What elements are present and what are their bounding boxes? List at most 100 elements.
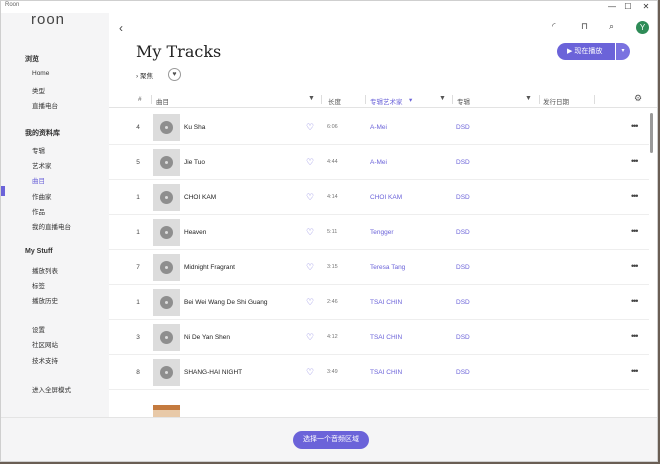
table-row[interactable]: 3 Ni De Yan Shen ♡ 4:12 TSAI CHIN DSD ••… bbox=[109, 320, 649, 355]
section-title-library: 我的资料库 bbox=[25, 130, 60, 137]
more-options-icon[interactable]: ••• bbox=[631, 156, 639, 166]
sidebar-item-artists[interactable]: 艺术家 bbox=[32, 160, 52, 170]
favorite-filter-icon[interactable]: ♥ bbox=[168, 68, 181, 81]
artist-link[interactable]: A-Mei bbox=[370, 124, 387, 131]
album-art[interactable] bbox=[153, 149, 180, 176]
col-divider bbox=[594, 95, 595, 104]
table-row[interactable]: 4 Ku Sha ♡ 6:06 A-Mei DSD ••• bbox=[109, 110, 649, 145]
sidebar-item-settings[interactable]: 设置 bbox=[32, 324, 45, 334]
heart-icon[interactable]: ♡ bbox=[306, 157, 314, 168]
table-row[interactable]: 1 Heaven ♡ 5:11 Tengger DSD ••• bbox=[109, 215, 649, 250]
col-number[interactable]: # bbox=[138, 96, 142, 103]
now-playing-button[interactable]: ▶ 现在播放 bbox=[557, 43, 615, 60]
artist-link[interactable]: TSAI CHIN bbox=[370, 369, 402, 376]
more-options-icon[interactable]: ••• bbox=[631, 226, 639, 236]
close-button[interactable]: ✕ bbox=[639, 1, 653, 13]
select-zone-button[interactable]: 选择一个音频区域 bbox=[293, 431, 369, 449]
sidebar-item-composers[interactable]: 作曲家 bbox=[32, 191, 52, 201]
table-row[interactable]: 1 Bei Wei Wang De Shi Guang ♡ 2:46 TSAI … bbox=[109, 285, 649, 320]
album-art-partial[interactable] bbox=[153, 405, 180, 417]
sidebar-item-history[interactable]: 播放历史 bbox=[32, 295, 58, 305]
heart-icon[interactable]: ♡ bbox=[306, 332, 314, 343]
artist-link[interactable]: Teresa Tang bbox=[370, 264, 405, 271]
heart-icon[interactable]: ♡ bbox=[306, 297, 314, 308]
play-dropdown-button[interactable]: ▾ bbox=[616, 43, 630, 60]
col-track[interactable]: 曲目 bbox=[156, 96, 169, 106]
col-release-date[interactable]: 发行日期 bbox=[543, 96, 569, 106]
artist-link[interactable]: TSAI CHIN bbox=[370, 334, 402, 341]
more-options-icon[interactable]: ••• bbox=[631, 261, 639, 271]
track-length: 4:44 bbox=[327, 159, 338, 165]
sidebar-item-community[interactable]: 社区网站 bbox=[32, 339, 58, 349]
search-icon[interactable]: ⌕ bbox=[609, 21, 614, 32]
track-name[interactable]: Ku Sha bbox=[184, 124, 205, 131]
col-album-artist[interactable]: 专辑艺术家 bbox=[370, 96, 403, 106]
col-length[interactable]: 长度 bbox=[328, 96, 341, 106]
album-link[interactable]: DSD bbox=[456, 194, 470, 201]
heart-icon[interactable]: ♡ bbox=[306, 227, 314, 238]
table-row[interactable]: 1 CHOI KAM ♡ 4:14 CHOI KAM DSD ••• bbox=[109, 180, 649, 215]
track-name[interactable]: Heaven bbox=[184, 229, 206, 236]
focus-toggle[interactable]: › 聚焦 bbox=[136, 70, 153, 80]
artist-link[interactable]: A-Mei bbox=[370, 159, 387, 166]
album-art[interactable] bbox=[153, 184, 180, 211]
more-options-icon[interactable]: ••• bbox=[631, 331, 639, 341]
album-art[interactable] bbox=[153, 289, 180, 316]
filter-icon[interactable]: ▼ bbox=[308, 95, 315, 102]
filter-icon[interactable]: ▼ bbox=[525, 95, 532, 102]
heart-icon[interactable]: ♡ bbox=[306, 192, 314, 203]
album-link[interactable]: DSD bbox=[456, 299, 470, 306]
artist-link[interactable]: Tengger bbox=[370, 229, 394, 236]
sidebar-item-home[interactable]: Home bbox=[32, 70, 49, 77]
album-art[interactable] bbox=[153, 219, 180, 246]
table-row[interactable]: 7 Midnight Fragrant ♡ 3:15 Teresa Tang D… bbox=[109, 250, 649, 285]
track-name[interactable]: SHANG-HAI NIGHT bbox=[184, 369, 242, 376]
maximize-button[interactable]: ☐ bbox=[621, 1, 635, 13]
sidebar-item-tags[interactable]: 标签 bbox=[32, 280, 45, 290]
album-link[interactable]: DSD bbox=[456, 264, 470, 271]
artist-link[interactable]: CHOI KAM bbox=[370, 194, 402, 201]
album-art[interactable] bbox=[153, 114, 180, 141]
more-options-icon[interactable]: ••• bbox=[631, 296, 639, 306]
album-art[interactable] bbox=[153, 359, 180, 386]
avatar[interactable]: Y bbox=[636, 21, 649, 34]
album-link[interactable]: DSD bbox=[456, 124, 470, 131]
fullscreen-link[interactable]: 进入全屏模式 bbox=[32, 384, 71, 394]
track-name[interactable]: Bei Wei Wang De Shi Guang bbox=[184, 299, 267, 306]
settings-gear-icon[interactable]: ⚙ bbox=[634, 93, 642, 104]
album-art[interactable] bbox=[153, 324, 180, 351]
track-name[interactable]: Midnight Fragrant bbox=[184, 264, 235, 271]
scrollbar[interactable] bbox=[650, 113, 653, 153]
sidebar-item-compositions[interactable]: 作品 bbox=[32, 206, 45, 216]
heart-icon[interactable]: ♡ bbox=[306, 262, 314, 273]
album-link[interactable]: DSD bbox=[456, 369, 470, 376]
table-row[interactable]: 8 SHANG-HAI NIGHT ♡ 3:49 TSAI CHIN DSD •… bbox=[109, 355, 649, 390]
track-name[interactable]: Jie Tuo bbox=[184, 159, 205, 166]
track-number: 8 bbox=[136, 369, 140, 376]
heart-icon[interactable]: ♡ bbox=[306, 367, 314, 378]
more-options-icon[interactable]: ••• bbox=[631, 366, 639, 376]
album-link[interactable]: DSD bbox=[456, 159, 470, 166]
track-name[interactable]: Ni De Yan Shen bbox=[184, 334, 230, 341]
heart-icon[interactable]: ♡ bbox=[306, 122, 314, 133]
sidebar-item-playlists[interactable]: 播放列表 bbox=[32, 265, 58, 275]
album-link[interactable]: DSD bbox=[456, 229, 470, 236]
album-art[interactable] bbox=[153, 254, 180, 281]
album-link[interactable]: DSD bbox=[456, 334, 470, 341]
back-arrow-icon[interactable]: ‹ bbox=[119, 21, 123, 35]
more-options-icon[interactable]: ••• bbox=[631, 121, 639, 131]
artist-link[interactable]: TSAI CHIN bbox=[370, 299, 402, 306]
sidebar-item-tracks[interactable]: 曲目 bbox=[32, 175, 45, 185]
sidebar-item-albums[interactable]: 专辑 bbox=[32, 145, 45, 155]
col-album[interactable]: 专辑 bbox=[457, 96, 470, 106]
table-row[interactable]: 5 Jie Tuo ♡ 4:44 A-Mei DSD ••• bbox=[109, 145, 649, 180]
sidebar-item-genres[interactable]: 类型 bbox=[32, 85, 45, 95]
track-name[interactable]: CHOI KAM bbox=[184, 194, 216, 201]
filter-icon[interactable]: ▼ bbox=[439, 95, 446, 102]
sidebar-item-support[interactable]: 技术支持 bbox=[32, 355, 58, 365]
bookmark-icon[interactable]: ⊓ bbox=[581, 21, 588, 32]
sidebar-item-live-radio[interactable]: 直播电台 bbox=[32, 100, 58, 110]
more-options-icon[interactable]: ••• bbox=[631, 191, 639, 201]
minimize-button[interactable]: — bbox=[605, 1, 619, 13]
sidebar-item-my-radio[interactable]: 我的直播电台 bbox=[32, 221, 71, 231]
